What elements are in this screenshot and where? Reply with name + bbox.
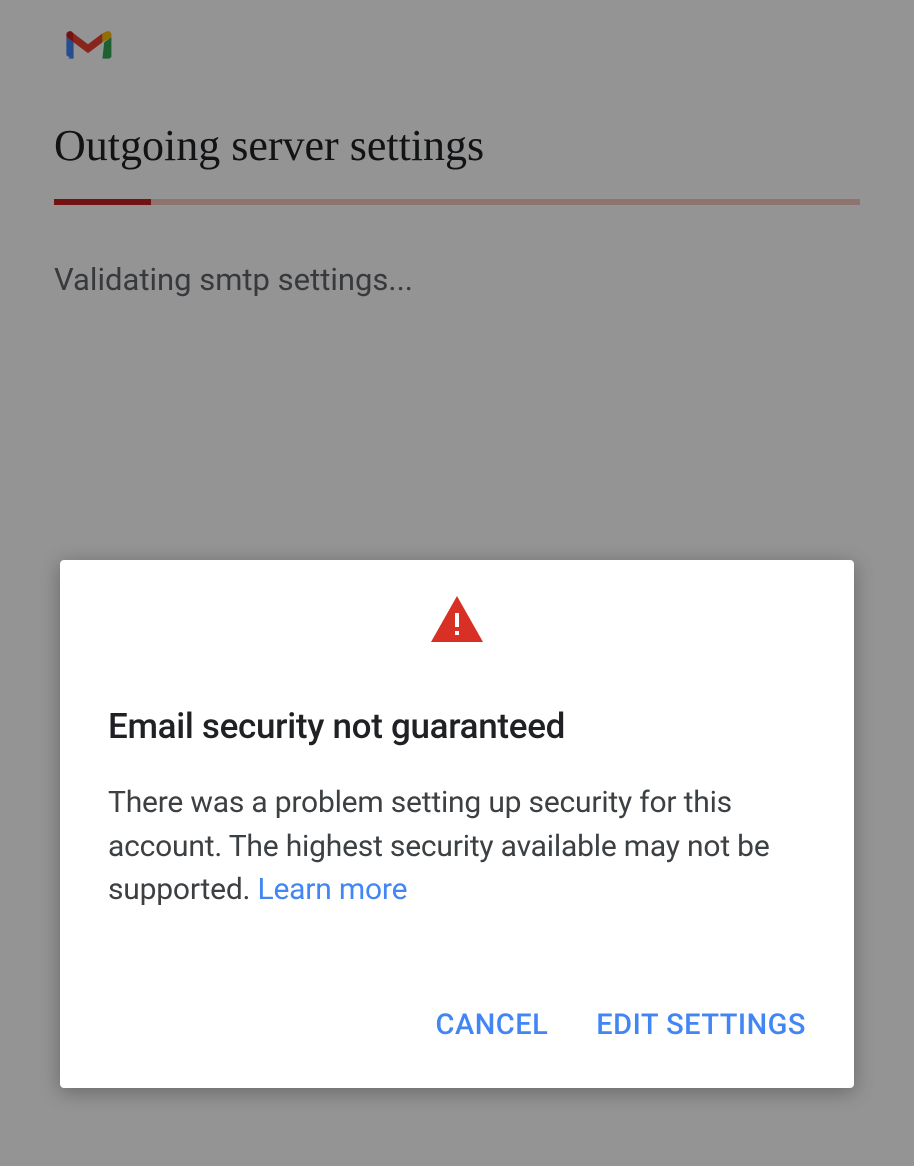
warning-triangle-icon [431,596,483,642]
dialog-body: There was a problem setting up security … [108,781,806,912]
modal-overlay[interactable]: Email security not guaranteed There was … [0,0,914,1166]
security-dialog: Email security not guaranteed There was … [60,560,854,1088]
dialog-body-text: There was a problem setting up security … [108,785,770,907]
dialog-title: Email security not guaranteed [108,706,806,747]
learn-more-link[interactable]: Learn more [258,872,408,907]
dialog-actions: CANCEL EDIT SETTINGS [108,1002,806,1048]
edit-settings-button[interactable]: EDIT SETTINGS [596,1002,806,1048]
cancel-button[interactable]: CANCEL [436,1002,549,1048]
dialog-icon-wrap [108,596,806,642]
